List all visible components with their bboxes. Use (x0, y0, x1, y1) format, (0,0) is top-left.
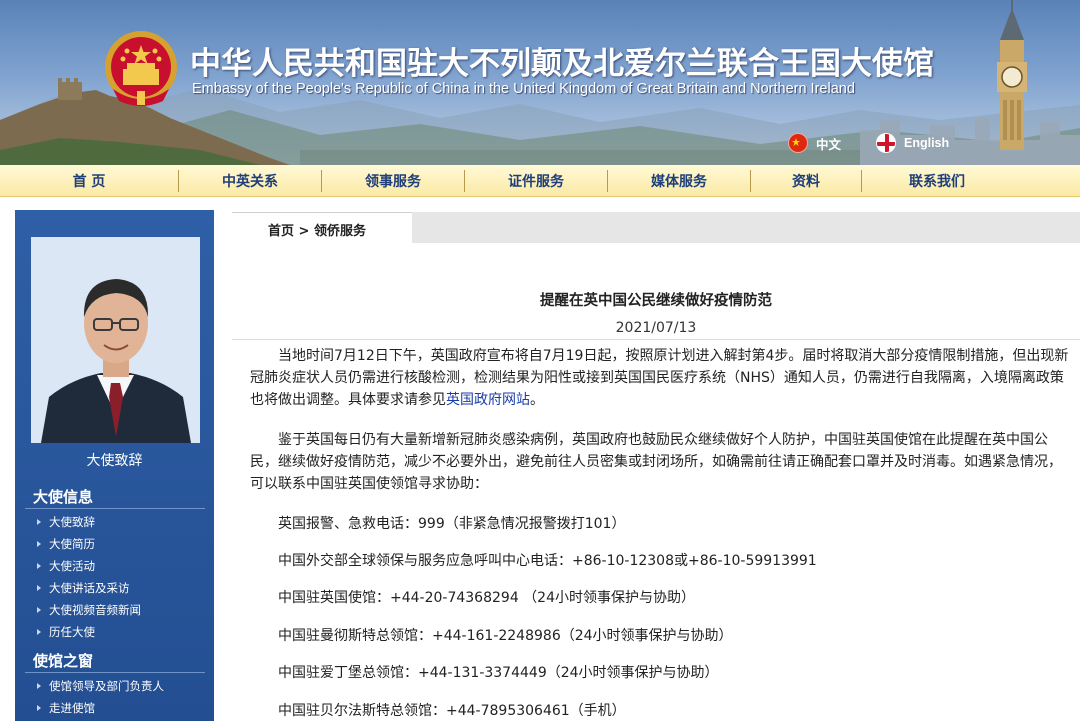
sidebar-item-label: 走进使馆 (49, 701, 95, 715)
nav-china-uk-relations[interactable]: 中英关系 (179, 165, 321, 197)
article-divider (232, 339, 1080, 340)
ambassador-portrait[interactable] (31, 237, 200, 443)
header-banner: 中华人民共和国驻大不列颠及北爱尔兰联合王国大使馆 Embassy of the … (0, 0, 1080, 165)
section-title-embassy-window: 使馆之窗 (33, 652, 94, 670)
sidebar-item-label: 历任大使 (49, 625, 95, 639)
triangle-bullet-icon (37, 541, 41, 547)
contact-line-consulate-belfast: 中国驻贝尔法斯特总领馆：+44-7895306461（手机） (278, 703, 626, 719)
triangle-bullet-icon (37, 585, 41, 591)
triangle-bullet-icon (37, 519, 41, 525)
contact-line-mfa-hotline: 中国外交部全球领保与服务应急呼叫中心电话：+86-10-12308或+86-10… (278, 553, 817, 569)
sidebar-item-speeches-interviews[interactable]: 大使讲话及采访 (37, 580, 130, 596)
left-sidebar: 大使致辞 大使信息 大使致辞 大使简历 大使活动 大使讲话及采访 大使视频音频新… (15, 210, 214, 721)
triangle-bullet-icon (37, 563, 41, 569)
sidebar-item-visit-embassy[interactable]: 走进使馆 (37, 700, 95, 716)
breadcrumb-home-link[interactable]: 首页 (268, 224, 294, 239)
main-nav: 首 页 中英关系 领事服务 证件服务 媒体服务 资料 联系我们 (0, 165, 1080, 197)
sidebar-item-label: 大使简历 (49, 537, 95, 551)
lang-label-chinese: 中文 (816, 137, 842, 152)
nav-contact-us[interactable]: 联系我们 (862, 165, 1012, 197)
triangle-bullet-icon (37, 607, 41, 613)
paragraph-text: 当地时间7月12日下午，英国政府宣布将自7月19日起，按照原计划进入解封第4步。… (250, 348, 1069, 408)
sidebar-item-ambassador-message[interactable]: 大使致辞 (37, 514, 95, 530)
triangle-bullet-icon (37, 629, 41, 635)
triangle-bullet-icon (37, 705, 41, 711)
contact-line-embassy-london: 中国驻英国使馆：+44-20-74368294 （24小时领事保护与协助） (278, 590, 695, 606)
article-paragraph-2: 鉴于英国每日仍有大量新增新冠肺炎感染病例，英国政府也鼓励民众继续做好个人防护，中… (250, 429, 1072, 495)
section-title-ambassador-info: 大使信息 (33, 488, 94, 506)
lang-switch-chinese[interactable]: 中文 (788, 133, 841, 153)
contact-line-consulate-edinburgh: 中国驻爱丁堡总领馆：+44-131-3374449（24小时领事保护与协助） (278, 665, 719, 681)
sidebar-item-label: 使馆领导及部门负责人 (49, 679, 164, 693)
embassy-title-cn: 中华人民共和国驻大不列颠及北爱尔兰联合王国大使馆 (190, 46, 934, 82)
sidebar-item-label: 大使讲话及采访 (49, 581, 130, 595)
sidebar-item-former-ambassadors[interactable]: 历任大使 (37, 624, 95, 640)
national-emblem-icon (103, 27, 179, 109)
sidebar-item-video-audio-news[interactable]: 大使视频音频新闻 (37, 602, 141, 618)
section-divider (25, 672, 205, 673)
paragraph-text: 鉴于英国每日仍有大量新增新冠肺炎感染病例，英国政府也鼓励民众继续做好个人防护，中… (250, 432, 1062, 492)
portrait-caption[interactable]: 大使致辞 (15, 450, 214, 470)
article-paragraph-1: 当地时间7月12日下午，英国政府宣布将自7月19日起，按照原计划进入解封第4步。… (250, 345, 1072, 411)
article-date: 2021/07/13 (615, 320, 697, 336)
sidebar-item-ambassador-bio[interactable]: 大使简历 (37, 536, 95, 552)
paragraph-end: 。 (530, 392, 544, 408)
sidebar-item-label: 大使致辞 (49, 515, 95, 529)
nav-consular-services[interactable]: 领事服务 (322, 165, 464, 197)
china-flag-icon (788, 133, 808, 153)
sidebar-item-embassy-leaders[interactable]: 使馆领导及部门负责人 (37, 678, 164, 694)
nav-document-services[interactable]: 证件服务 (465, 165, 607, 197)
nav-media-services[interactable]: 媒体服务 (608, 165, 750, 197)
lang-label-english: English (904, 136, 950, 150)
breadcrumb-current[interactable]: 领侨服务 (314, 224, 366, 239)
lang-switch-english[interactable]: English (876, 133, 949, 153)
breadcrumb-separator: > (294, 224, 314, 239)
triangle-bullet-icon (37, 683, 41, 689)
embassy-title-en: Embassy of the People's Republic of Chin… (192, 81, 855, 97)
uk-flag-icon (876, 133, 896, 153)
nav-resources[interactable]: 资料 (751, 165, 861, 197)
uk-gov-website-link[interactable]: 英国政府网站 (446, 392, 530, 408)
sidebar-item-ambassador-activities[interactable]: 大使活动 (37, 558, 95, 574)
contact-line-uk-emergency: 英国报警、急救电话：999（非紧急情况报警拨打101） (278, 516, 626, 532)
sidebar-item-label: 大使活动 (49, 559, 95, 573)
section-divider (25, 508, 205, 509)
sidebar-item-label: 大使视频音频新闻 (49, 603, 141, 617)
nav-home[interactable]: 首 页 (0, 165, 178, 197)
contact-line-consulate-manchester: 中国驻曼彻斯特总领馆：+44-161-2248986（24小时领事保护与协助） (278, 628, 733, 644)
breadcrumb: 首页 > 领侨服务 (268, 220, 366, 239)
article-title: 提醒在英中国公民继续做好疫情防范 (540, 293, 772, 309)
